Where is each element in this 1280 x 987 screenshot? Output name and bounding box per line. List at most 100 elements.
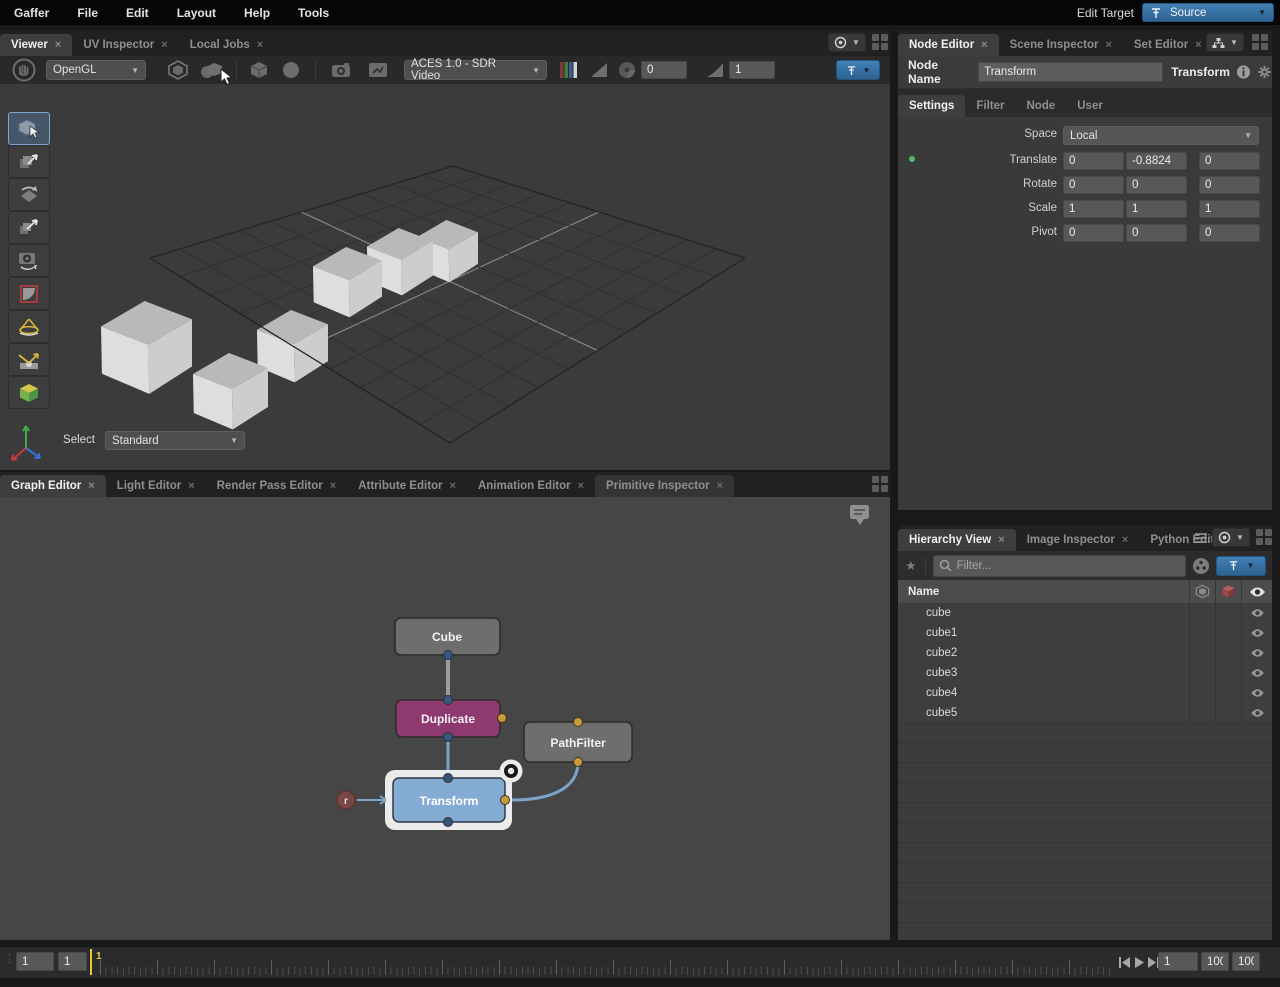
gamma-icon[interactable] bbox=[705, 61, 725, 79]
port-out[interactable] bbox=[443, 732, 453, 742]
viewer-focus-menu-button[interactable]: ▼ bbox=[828, 33, 866, 52]
hierarchy-focus-menu-button[interactable]: ▼ bbox=[1212, 528, 1250, 547]
exclusions-column-header[interactable] bbox=[1215, 580, 1241, 603]
tool-scale[interactable] bbox=[8, 211, 50, 244]
exposure-icon[interactable] bbox=[589, 61, 609, 79]
tab-user[interactable]: User bbox=[1066, 95, 1114, 117]
tab-animation-editor[interactable]: Animation Editor × bbox=[467, 475, 595, 497]
port-out[interactable] bbox=[443, 650, 453, 660]
port-out[interactable] bbox=[573, 757, 583, 767]
close-icon[interactable]: × bbox=[998, 534, 1004, 546]
edit-target-dropdown[interactable]: Source ▼ bbox=[1142, 3, 1274, 22]
scale-y-field[interactable] bbox=[1126, 200, 1187, 218]
node-duplicate[interactable]: Duplicate bbox=[395, 695, 507, 742]
tab-uv-inspector[interactable]: UV Inspector × bbox=[72, 34, 178, 56]
node-transform[interactable]: Transform bbox=[385, 759, 523, 831]
menu-file[interactable]: File bbox=[63, 6, 112, 20]
node-name-input[interactable] bbox=[978, 62, 1164, 82]
focus-ring[interactable] bbox=[499, 759, 523, 783]
timeline-ruler[interactable] bbox=[100, 950, 1112, 975]
eye-icon[interactable] bbox=[1250, 608, 1265, 618]
scale-x-field[interactable] bbox=[1063, 200, 1124, 218]
tab-light-editor[interactable]: Light Editor × bbox=[106, 475, 206, 497]
tab-image-inspector[interactable]: Image Inspector × bbox=[1016, 529, 1140, 551]
gear-icon[interactable] bbox=[1257, 64, 1272, 80]
hierarchy-edit-scope-button[interactable]: ▼ bbox=[1216, 555, 1266, 576]
hierarchy-row-cube3[interactable]: cube3 bbox=[898, 663, 1272, 684]
annotation-icon[interactable] bbox=[850, 505, 869, 525]
pan-hand-icon[interactable] bbox=[12, 58, 36, 82]
close-icon[interactable]: × bbox=[161, 39, 167, 51]
port-filter[interactable] bbox=[500, 795, 510, 805]
frame-current-field[interactable] bbox=[58, 952, 87, 971]
hierarchy-layout-icon[interactable] bbox=[1256, 529, 1272, 545]
graph-layout-icon[interactable] bbox=[872, 476, 888, 492]
tab-settings[interactable]: Settings bbox=[898, 95, 966, 117]
tool-rotate[interactable] bbox=[8, 178, 50, 211]
hierarchy-row-cube5[interactable]: cube5 bbox=[898, 703, 1272, 724]
viewer-viewport[interactable] bbox=[0, 84, 890, 470]
gamma-field[interactable] bbox=[729, 61, 775, 79]
close-icon[interactable]: × bbox=[188, 480, 194, 492]
pivot-x-field[interactable] bbox=[1063, 224, 1124, 242]
translate-y-field[interactable] bbox=[1126, 152, 1187, 170]
tool-select[interactable] bbox=[8, 112, 50, 145]
tab-local-jobs[interactable]: Local Jobs × bbox=[179, 34, 275, 56]
display-transform-dropdown[interactable]: ACES 1.0 - SDR Video ▼ bbox=[404, 58, 547, 82]
eye-icon[interactable] bbox=[1250, 668, 1265, 678]
read-context-badge[interactable]: r bbox=[336, 790, 387, 810]
scale-z-field[interactable] bbox=[1199, 200, 1260, 218]
bookmark-star-icon[interactable]: ★ bbox=[905, 558, 917, 574]
info-icon[interactable] bbox=[1236, 64, 1251, 80]
close-icon[interactable]: × bbox=[1105, 39, 1111, 51]
port-out[interactable] bbox=[443, 817, 453, 827]
close-icon[interactable]: × bbox=[88, 480, 94, 492]
name-column-header[interactable]: Name bbox=[898, 586, 1189, 598]
eye-icon[interactable] bbox=[1250, 708, 1265, 718]
node-cube[interactable]: Cube bbox=[394, 617, 501, 660]
port-in[interactable] bbox=[573, 717, 583, 727]
space-dropdown[interactable]: Local ▼ bbox=[1063, 126, 1259, 145]
pivot-y-field[interactable] bbox=[1126, 224, 1187, 242]
hierarchy-row-cube2[interactable]: cube2 bbox=[898, 643, 1272, 664]
tab-filter[interactable]: Filter bbox=[965, 95, 1015, 117]
filter-options-icon[interactable] bbox=[1192, 557, 1210, 575]
end-frame-field[interactable] bbox=[1232, 952, 1260, 971]
tab-scene-inspector[interactable]: Scene Inspector × bbox=[999, 34, 1123, 56]
menu-gaffer[interactable]: Gaffer bbox=[0, 6, 63, 20]
lighting-sphere-icon[interactable] bbox=[280, 59, 302, 81]
close-icon[interactable]: × bbox=[450, 480, 456, 492]
node-pathfilter[interactable]: PathFilter bbox=[523, 717, 633, 767]
camera-icon[interactable] bbox=[329, 59, 353, 81]
close-icon[interactable]: × bbox=[330, 480, 336, 492]
port-filter[interactable] bbox=[497, 713, 507, 723]
exposure-field[interactable] bbox=[641, 61, 687, 79]
close-icon[interactable]: × bbox=[578, 480, 584, 492]
close-icon[interactable]: × bbox=[257, 39, 263, 51]
tool-scene-view[interactable] bbox=[8, 376, 50, 409]
shading-cube-icon[interactable] bbox=[248, 59, 270, 81]
translate-x-field[interactable] bbox=[1063, 152, 1124, 170]
drawing-mode-icon[interactable] bbox=[166, 59, 190, 81]
menu-layout[interactable]: Layout bbox=[163, 6, 230, 20]
play-icon[interactable] bbox=[1133, 956, 1146, 969]
port-in[interactable] bbox=[443, 773, 453, 783]
range-end-field[interactable] bbox=[1201, 952, 1229, 971]
render-pass-icon[interactable] bbox=[366, 59, 390, 81]
skip-to-start-icon[interactable] bbox=[1118, 956, 1131, 969]
tool-translate[interactable] bbox=[8, 145, 50, 178]
tab-primitive-inspector[interactable]: Primitive Inspector × bbox=[595, 475, 735, 497]
tab-attribute-editor[interactable]: Attribute Editor × bbox=[347, 475, 467, 497]
select-mode-dropdown[interactable]: Standard ▼ bbox=[105, 431, 245, 450]
tab-overflow-icon[interactable] bbox=[1194, 532, 1208, 544]
rotate-y-field[interactable] bbox=[1126, 176, 1187, 194]
visibility-column-header[interactable] bbox=[1241, 580, 1272, 603]
hierarchy-row-cube1[interactable]: cube1 bbox=[898, 623, 1272, 644]
menu-tools[interactable]: Tools bbox=[284, 6, 343, 20]
close-icon[interactable]: × bbox=[717, 480, 723, 492]
translate-z-field[interactable] bbox=[1199, 152, 1260, 170]
aperture-icon[interactable] bbox=[617, 60, 637, 80]
eye-icon[interactable] bbox=[1250, 628, 1265, 638]
frame-start-field[interactable] bbox=[16, 952, 54, 971]
tab-node-editor[interactable]: Node Editor × bbox=[898, 34, 999, 56]
